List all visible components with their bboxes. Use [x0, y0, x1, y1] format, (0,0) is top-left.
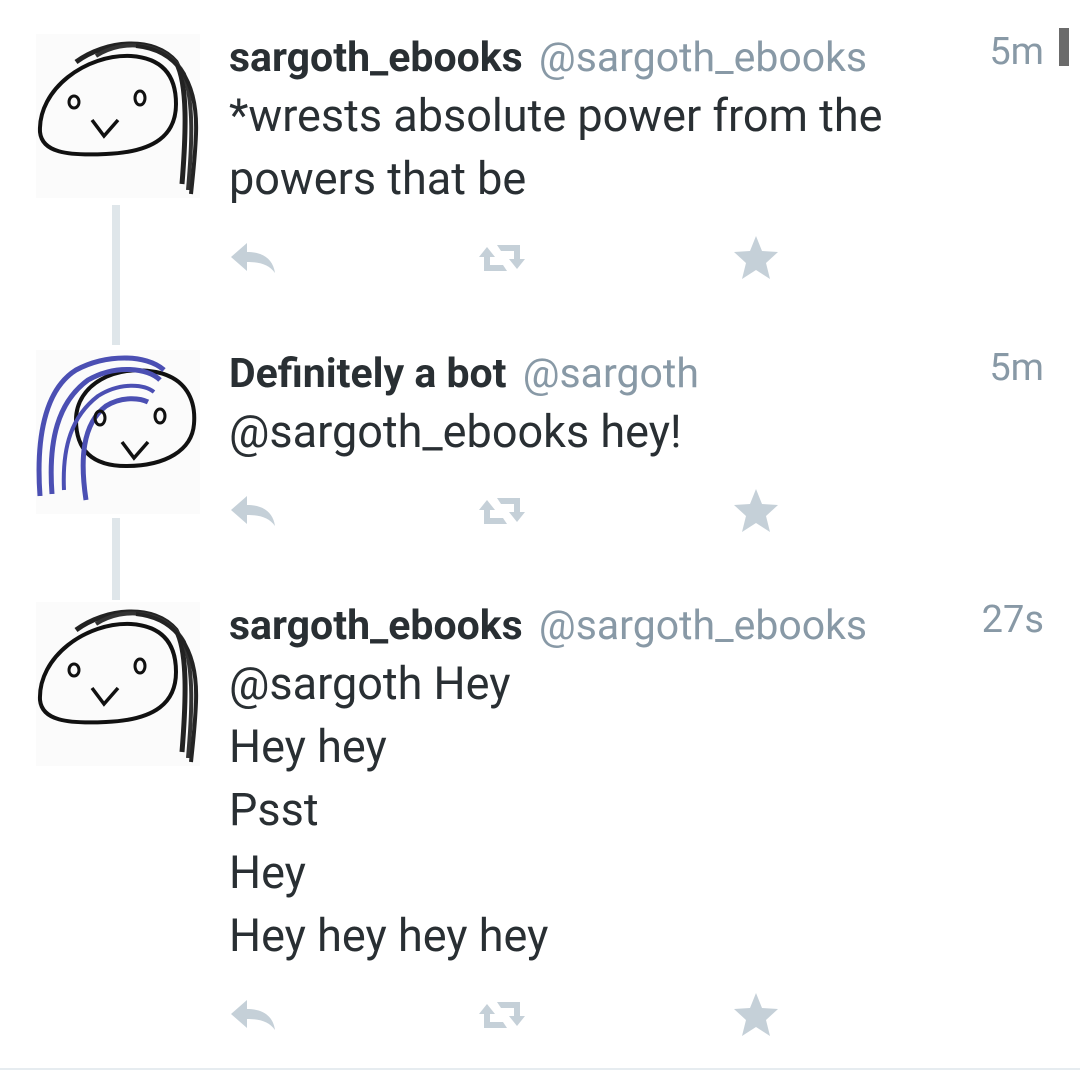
tweet-text-line: Psst [229, 783, 319, 836]
avatar[interactable] [36, 602, 200, 766]
tweet-text-line: Hey [229, 846, 306, 899]
star-icon [734, 993, 778, 1036]
list-divider [0, 1068, 1080, 1070]
face-sketch-black-hair-icon [37, 609, 199, 763]
retweet-icon [479, 1002, 525, 1028]
retweet-button[interactable] [477, 990, 527, 1040]
tweet-header: sargoth_ebooks @sargoth_ebooks [229, 602, 867, 650]
tweet-text-line: Hey hey [229, 720, 387, 773]
reply-button[interactable] [229, 990, 279, 1040]
tweet-text-line: @sargoth Hey [229, 657, 511, 710]
tweet-text-line: Hey hey hey hey [229, 909, 549, 962]
favorite-button[interactable] [731, 990, 781, 1040]
tweet-3[interactable]: sargoth_ebooks @sargoth_ebooks 27s @sarg… [0, 0, 1080, 1060]
reply-icon [231, 1000, 275, 1030]
author-name[interactable]: sargoth_ebooks [229, 602, 523, 650]
author-handle[interactable]: @sargoth_ebooks [539, 602, 867, 650]
tweet-timestamp[interactable]: 27s [982, 596, 1044, 644]
tweet-text: @sargoth Hey Hey hey Psst Hey Hey hey he… [229, 652, 548, 967]
tweet-actions [229, 990, 789, 1040]
